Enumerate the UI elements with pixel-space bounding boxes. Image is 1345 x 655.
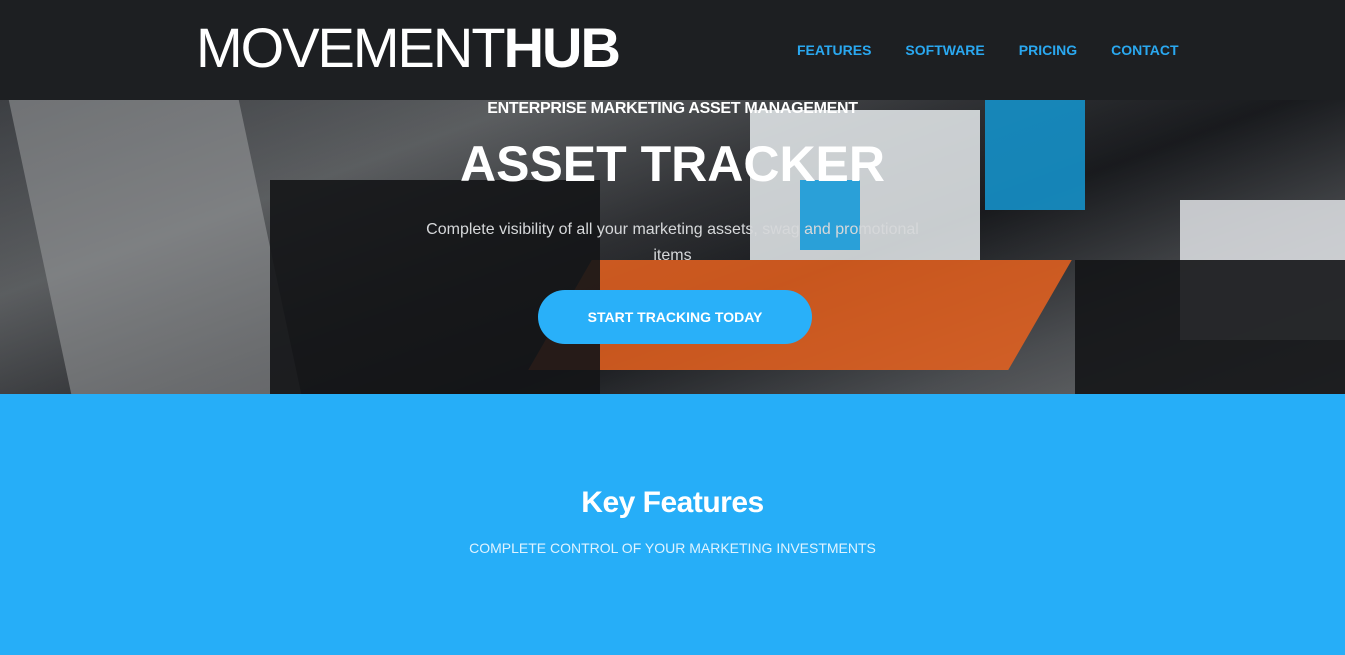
start-tracking-button[interactable]: START TRACKING TODAY bbox=[538, 290, 812, 344]
nav-link-contact[interactable]: CONTACT bbox=[1111, 41, 1178, 59]
nav-link-pricing[interactable]: PRICING bbox=[1019, 41, 1077, 59]
hero-content: ENTERPRISE MARKETING ASSET MANAGEMENT AS… bbox=[0, 100, 1345, 394]
features-title: Key Features bbox=[581, 486, 764, 519]
nav-link-features[interactable]: FEATURES bbox=[797, 41, 871, 59]
hero-section: ENTERPRISE MARKETING ASSET MANAGEMENT AS… bbox=[0, 100, 1345, 394]
nav-link-software[interactable]: SOFTWARE bbox=[905, 41, 984, 59]
hero-eyebrow: ENTERPRISE MARKETING ASSET MANAGEMENT bbox=[487, 100, 858, 117]
main-nav: FEATURES SOFTWARE PRICING CONTACT bbox=[797, 41, 1213, 59]
features-section: Key Features COMPLETE CONTROL OF YOUR MA… bbox=[0, 394, 1345, 655]
logo-text-bold: HUB bbox=[503, 16, 621, 79]
hero-title: ASSET TRACKER bbox=[459, 136, 886, 192]
site-header: MOVEMENTHUB FEATURES SOFTWARE PRICING CO… bbox=[0, 0, 1345, 100]
site-logo[interactable]: MOVEMENTHUB bbox=[196, 16, 621, 79]
logo-text-light: MOVEMENT bbox=[196, 16, 506, 79]
features-subtitle: COMPLETE CONTROL OF YOUR MARKETING INVES… bbox=[469, 540, 876, 556]
hero-subtitle: Complete visibility of all your marketin… bbox=[426, 221, 919, 264]
